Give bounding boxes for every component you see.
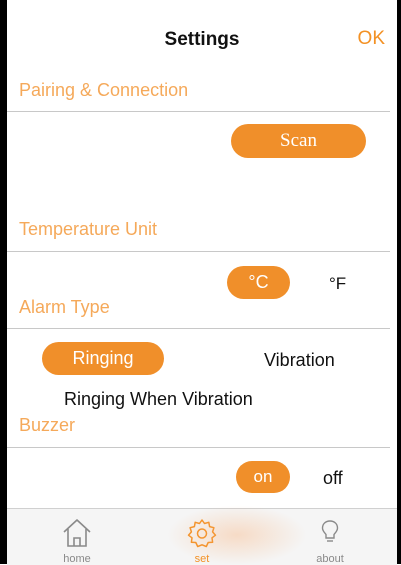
frame-right-edge (397, 0, 401, 564)
tab-home[interactable]: home (37, 509, 117, 565)
section-title-alarm: Alarm Type (19, 297, 110, 317)
lightbulb-icon (321, 520, 339, 542)
header-bar: Settings OK (7, 0, 397, 73)
celsius-option[interactable]: °C (227, 266, 290, 299)
divider (7, 111, 390, 112)
divider (7, 447, 390, 448)
section-title-pairing: Pairing & Connection (19, 80, 189, 100)
scan-button[interactable]: Scan (231, 124, 366, 158)
home-icon (63, 519, 91, 547)
vibration-option[interactable]: Vibration (264, 350, 335, 371)
active-tab-glow (167, 505, 307, 565)
section-title-temperature: Temperature Unit (19, 219, 158, 239)
ringing-when-vibration-option[interactable]: Ringing When Vibration (64, 389, 253, 410)
settings-screen: Settings OK Pairing & Connection Scan Te… (7, 0, 397, 565)
buzzer-off-option[interactable]: off (323, 468, 343, 489)
buzzer-on-option[interactable]: on (236, 461, 290, 493)
tab-label-home: home (63, 553, 91, 565)
ringing-option[interactable]: Ringing (42, 342, 164, 375)
page-title: Settings (164, 29, 240, 50)
frame-left-edge (0, 0, 7, 564)
section-title-buzzer: Buzzer (19, 415, 76, 435)
ok-button[interactable]: OK (358, 28, 385, 50)
fahrenheit-option[interactable]: °F (329, 274, 346, 294)
divider (7, 328, 390, 329)
divider (7, 251, 390, 252)
